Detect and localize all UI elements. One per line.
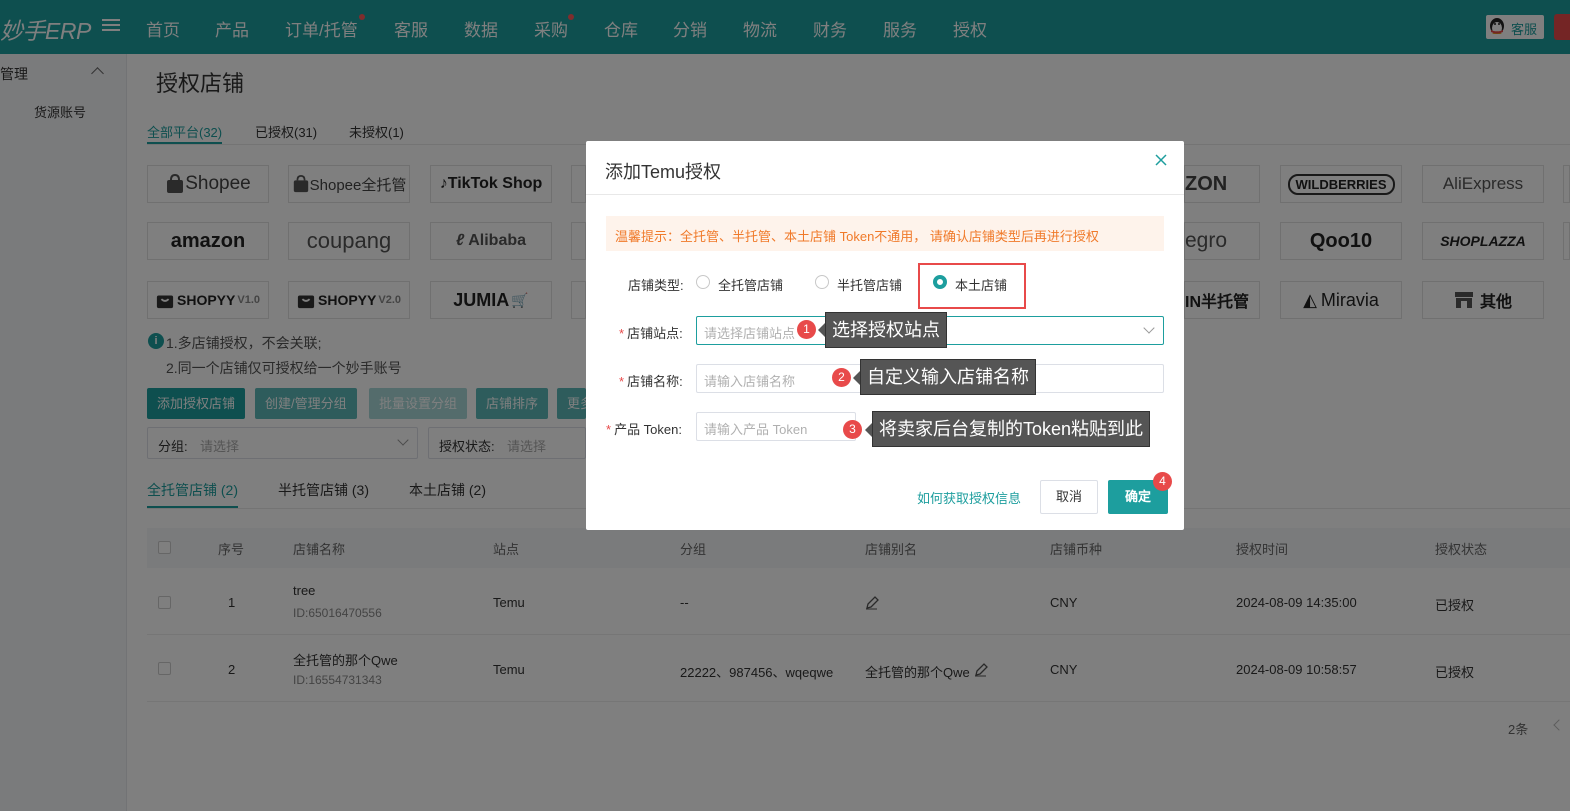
token-input[interactable]: 请输入产品 Token [696,412,856,441]
radio-full-managed[interactable] [696,275,710,289]
step-badge-4: 4 [1153,472,1172,491]
callout-arrow [865,423,872,437]
cancel-button[interactable]: 取消 [1040,480,1098,514]
radio-local-label[interactable]: 本土店铺 [955,275,1007,294]
callout-arrow [818,323,825,337]
radio-full-managed-label[interactable]: 全托管店铺 [718,275,783,294]
store-name-label: * 店铺名称: [619,374,683,389]
radio-half-managed[interactable] [815,275,829,289]
radio-half-managed-label[interactable]: 半托管店铺 [837,275,902,294]
close-icon[interactable] [1154,153,1168,167]
store-type-label: 店铺类型: [628,278,684,293]
add-temu-auth-dialog: 添加Temu授权 温馨提示：全托管、半托管、本土店铺 Token不通用， 请确认… [586,141,1184,530]
site-placeholder: 请选择店铺站点 [704,326,796,341]
warning-banner: 温馨提示：全托管、半托管、本土店铺 Token不通用， 请确认店铺类型后再进行授… [606,216,1164,251]
callout-token: 将卖家后台复制的Token粘贴到此 [872,411,1151,447]
callout-arrow [853,371,860,385]
store-name-placeholder: 请输入店铺名称 [704,374,796,389]
how-to-get-auth-link[interactable]: 如何获取授权信息 [917,488,1021,507]
warning-text: 温馨提示：全托管、半托管、本土店铺 Token不通用， 请确认店铺类型后再进行授… [615,229,1099,244]
step-badge-1: 1 [797,320,816,339]
chevron-down-icon [1143,322,1155,334]
step-badge-3: 3 [843,420,862,439]
callout-select-site: 选择授权站点 [825,312,947,348]
dialog-title: 添加Temu授权 [605,162,722,182]
callout-store-name: 自定义输入店铺名称 [860,359,1036,395]
dialog-divider [586,194,1184,195]
radio-local[interactable] [933,275,947,289]
step-badge-2: 2 [832,368,851,387]
token-label: * 产品 Token: [606,422,682,437]
token-placeholder: 请输入产品 Token [704,422,808,437]
site-label: * 店铺站点: [619,326,683,341]
